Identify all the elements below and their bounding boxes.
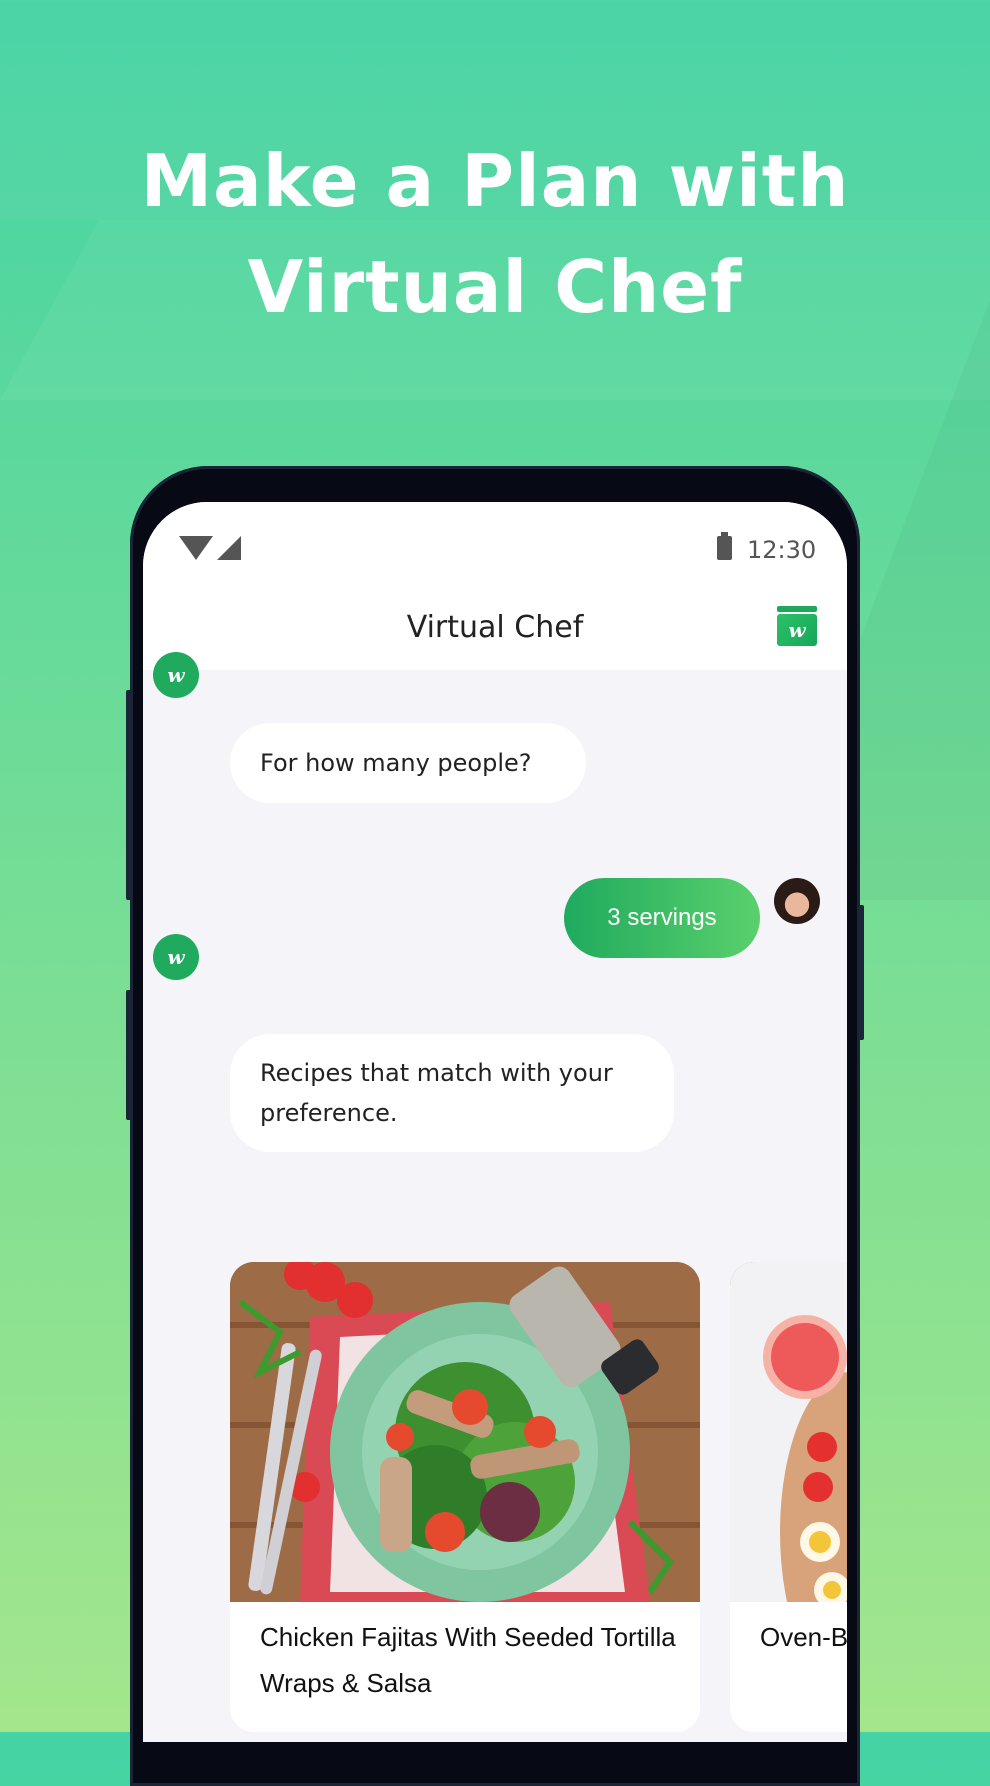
status-time: 12:30 — [747, 536, 817, 564]
user-message-bubble: 3 servings — [564, 878, 760, 958]
recipe-title: Chicken Fajitas With Seeded Tortilla Wra… — [260, 1622, 676, 1698]
recipe-title: Oven-B — [760, 1622, 847, 1652]
w-jar-logo-icon[interactable]: w — [777, 606, 817, 646]
bot-avatar: w — [153, 934, 199, 980]
phone-screen: 12:30 Virtual Chef w w For how many peop… — [143, 502, 847, 1742]
headline-line-2: Virtual Chef — [247, 245, 743, 329]
bot-message-bubble: For how many people? — [230, 723, 586, 803]
avatar — [774, 878, 820, 924]
bot-avatar: w — [153, 652, 199, 698]
app-title: Virtual Chef — [406, 610, 584, 645]
logo-lid — [777, 606, 817, 612]
app-bar: Virtual Chef w — [143, 590, 847, 670]
recipe-card[interactable]: Chicken Fajitas With Seeded Tortilla Wra… — [230, 1262, 700, 1732]
promo-headline: Make a Plan with Virtual Chef — [0, 128, 990, 340]
signal-icon — [217, 536, 241, 560]
recipe-card[interactable]: Oven-B — [730, 1262, 847, 1732]
chicken-salad-photo — [230, 1262, 700, 1602]
headline-line-1: Make a Plan with — [140, 139, 850, 223]
status-bar: 12:30 — [143, 502, 847, 590]
logo-letter: w — [777, 614, 817, 646]
bot-message-bubble: Recipes that match with your preference. — [230, 1034, 674, 1152]
battery-icon — [717, 532, 732, 560]
grapefruit-egg-board-photo — [730, 1262, 847, 1692]
wifi-icon — [179, 536, 213, 560]
